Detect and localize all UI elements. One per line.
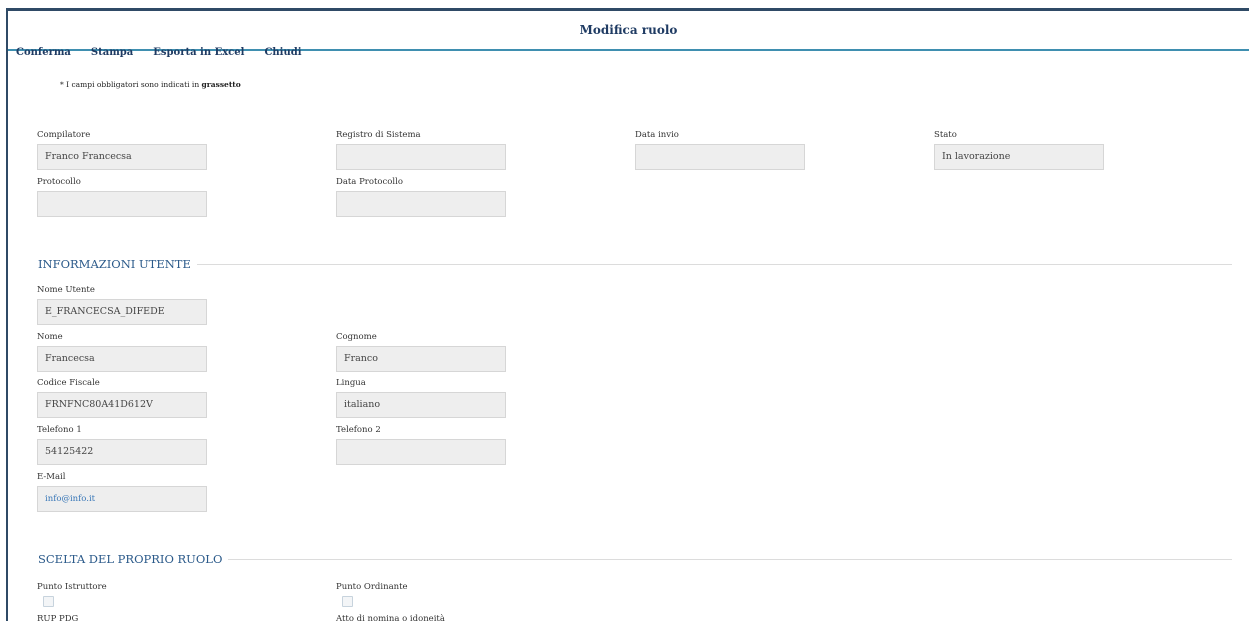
page-title: Modifica ruolo <box>579 23 678 37</box>
section-title: SCELTA DEL PROPRIO RUOLO <box>38 552 223 566</box>
stato-input[interactable]: In lavorazione <box>934 144 1104 170</box>
toolbar: Conferma Stampa Esporta in Excel Chiudi <box>16 47 302 58</box>
data-invio-input[interactable] <box>635 144 805 170</box>
export-excel-link[interactable]: Esporta in Excel <box>153 47 244 58</box>
nome-utente-label: Nome Utente <box>37 285 95 295</box>
punto-ordinante-field: Punto Ordinante <box>336 581 408 607</box>
protocollo-input[interactable] <box>37 191 207 217</box>
lingua-input[interactable]: italiano <box>336 392 506 418</box>
codice-fiscale-label: Codice Fiscale <box>37 378 100 388</box>
title-bar: Modifica ruolo <box>8 11 1249 51</box>
punto-istruttore-label: Punto Istruttore <box>37 582 107 592</box>
print-link[interactable]: Stampa <box>91 47 133 58</box>
telefono1-field: Telefono 1 54125422 <box>37 424 207 465</box>
telefono2-label: Telefono 2 <box>336 425 381 435</box>
data-protocollo-input[interactable] <box>336 191 506 217</box>
stato-field: Stato In lavorazione <box>934 129 1104 170</box>
required-fields-note: * I campi obbligatori sono indicati in g… <box>60 80 241 89</box>
atto-nomina-label: Atto di nomina o idoneità <box>336 614 445 624</box>
nome-utente-field: Nome Utente E_FRANCECSA_DIFEDE <box>37 284 207 325</box>
telefono2-field: Telefono 2 <box>336 424 506 465</box>
telefono1-label: Telefono 1 <box>37 425 82 435</box>
section-title: INFORMAZIONI UTENTE <box>38 257 191 271</box>
lingua-field: Lingua italiano <box>336 377 506 418</box>
nome-field: Nome Francecsa <box>37 331 207 372</box>
cognome-input[interactable]: Franco <box>336 346 506 372</box>
stato-label: Stato <box>934 130 957 140</box>
section-divider <box>196 263 1232 265</box>
telefono1-input[interactable]: 54125422 <box>37 439 207 465</box>
data-invio-label: Data invio <box>635 130 679 140</box>
nome-label: Nome <box>37 332 63 342</box>
registro-field: Registro di Sistema <box>336 129 506 170</box>
punto-ordinante-label: Punto Ordinante <box>336 582 408 592</box>
email-field: E-Mail info@info.it <box>37 471 207 512</box>
registro-input[interactable] <box>336 144 506 170</box>
registro-label: Registro di Sistema <box>336 130 421 140</box>
nome-input[interactable]: Francecsa <box>37 346 207 372</box>
protocollo-field: Protocollo <box>37 176 207 217</box>
rup-pdg-field: RUP PDG <box>37 613 78 625</box>
data-protocollo-label: Data Protocollo <box>336 177 403 187</box>
email-input[interactable]: info@info.it <box>37 486 207 512</box>
atto-nomina-field: Atto di nomina o idoneità <box>336 613 445 625</box>
confirm-link[interactable]: Conferma <box>16 47 71 58</box>
email-label: E-Mail <box>37 472 66 482</box>
telefono2-input[interactable] <box>336 439 506 465</box>
bold-word: grassetto <box>201 80 241 89</box>
user-info-section-header: INFORMAZIONI UTENTE <box>30 256 1232 272</box>
lingua-label: Lingua <box>336 378 366 388</box>
rup-pdg-label: RUP PDG <box>37 614 79 624</box>
compilatore-label: Compilatore <box>37 130 91 140</box>
compilatore-field: Compilatore Franco Francecsa <box>37 129 207 170</box>
section-divider <box>228 558 1232 560</box>
data-invio-field: Data invio <box>635 129 805 170</box>
role-section-header: SCELTA DEL PROPRIO RUOLO <box>30 551 1232 567</box>
protocollo-label: Protocollo <box>37 177 81 187</box>
nome-utente-input[interactable]: E_FRANCECSA_DIFEDE <box>37 299 207 325</box>
punto-istruttore-checkbox[interactable] <box>43 596 54 607</box>
close-link[interactable]: Chiudi <box>264 47 301 58</box>
punto-istruttore-field: Punto Istruttore <box>37 581 107 607</box>
cognome-field: Cognome Franco <box>336 331 506 372</box>
codice-fiscale-field: Codice Fiscale FRNFNC80A41D612V <box>37 377 207 418</box>
cognome-label: Cognome <box>336 332 377 342</box>
codice-fiscale-input[interactable]: FRNFNC80A41D612V <box>37 392 207 418</box>
compilatore-input[interactable]: Franco Francecsa <box>37 144 207 170</box>
punto-ordinante-checkbox[interactable] <box>342 596 353 607</box>
data-protocollo-field: Data Protocollo <box>336 176 506 217</box>
